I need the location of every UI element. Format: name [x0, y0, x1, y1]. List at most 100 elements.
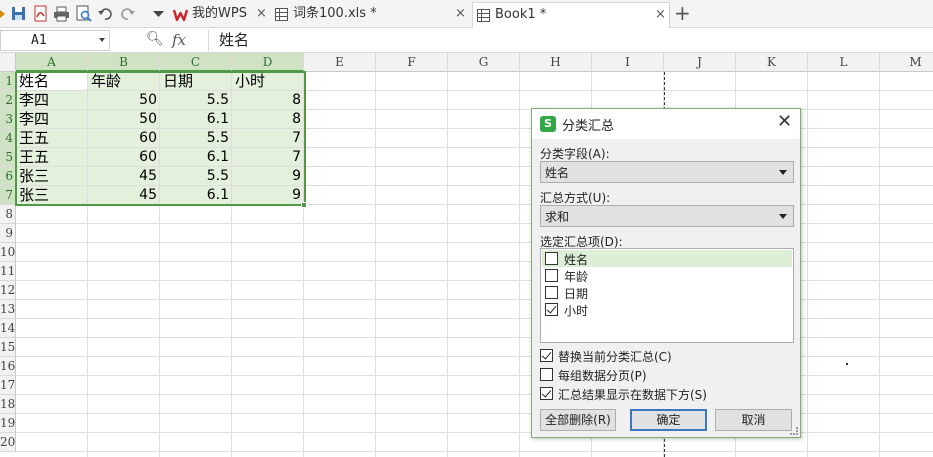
column-header-j[interactable]: J: [664, 53, 736, 72]
row-header-7[interactable]: 7: [0, 186, 16, 205]
spreadsheet-file-icon: [274, 7, 289, 22]
column-header-m[interactable]: M: [880, 53, 933, 72]
redo-icon[interactable]: [119, 5, 136, 22]
row-header-19[interactable]: 19: [0, 414, 16, 433]
undo-icon[interactable]: [97, 5, 114, 22]
row-header-6[interactable]: 6: [0, 167, 16, 186]
group-field-label: 分类字段(A):: [540, 147, 610, 161]
list-item[interactable]: 小时: [542, 301, 792, 318]
tab-ci-tiao-xls[interactable]: 词条100.xls * ×: [271, 2, 471, 28]
column-header-c[interactable]: C: [160, 53, 232, 72]
row-header-18[interactable]: 18: [0, 395, 16, 414]
dialog-title: 分类汇总: [562, 119, 615, 134]
row-header-17[interactable]: 17: [0, 376, 16, 395]
list-item-label: 日期: [564, 287, 589, 301]
subtotal-dialog: S 分类汇总 ✕ 分类字段(A): 姓名 汇总方式(U): 求和 选定汇总项(D…: [531, 108, 801, 438]
row-header-12[interactable]: 12: [0, 281, 16, 300]
row-header-10[interactable]: 10: [0, 243, 16, 262]
row-header-11[interactable]: 11: [0, 262, 16, 281]
customize-dropdown-icon[interactable]: [150, 5, 167, 22]
row-header-2[interactable]: 2: [0, 91, 16, 110]
column-header-f[interactable]: F: [376, 53, 448, 72]
row-header-15[interactable]: 15: [0, 338, 16, 357]
save-icon[interactable]: [10, 5, 27, 22]
column-header-k[interactable]: K: [736, 53, 808, 72]
row-header-13[interactable]: 13: [0, 300, 16, 319]
group-field-value: 姓名: [545, 166, 570, 180]
column-header-a[interactable]: A: [16, 53, 88, 72]
resize-grip-icon[interactable]: [790, 427, 798, 435]
title-tab-bar: 我的WPS × 词条100.xls * × Book1 * × +: [0, 0, 933, 28]
insert-function-icon[interactable]: fx: [172, 31, 186, 49]
checkbox-checked[interactable]: [545, 303, 558, 316]
ok-button[interactable]: 确定: [630, 409, 707, 431]
column-gridline: [879, 72, 880, 457]
row-header-20[interactable]: 20: [0, 433, 16, 452]
row-header-16[interactable]: 16: [0, 357, 16, 376]
print-preview-icon[interactable]: [75, 5, 92, 22]
column-header-d[interactable]: D: [232, 53, 304, 72]
fill-handle[interactable]: [301, 202, 307, 208]
stray-dot: [846, 363, 848, 365]
select-all-corner[interactable]: [0, 53, 16, 72]
tab-book1[interactable]: Book1 * ×: [472, 2, 670, 28]
row-header-4[interactable]: 4: [0, 129, 16, 148]
tab-my-wps[interactable]: 我的WPS ×: [170, 2, 270, 28]
column-header-g[interactable]: G: [448, 53, 520, 72]
tab-label: 我的WPS: [192, 6, 247, 21]
formula-input[interactable]: 姓名: [208, 30, 933, 51]
close-icon[interactable]: ✕: [777, 111, 792, 132]
list-item[interactable]: 日期: [542, 284, 792, 301]
column-header-b[interactable]: B: [88, 53, 160, 72]
checkbox[interactable]: [545, 269, 558, 282]
column-header-e[interactable]: E: [304, 53, 376, 72]
row-header-1[interactable]: 1: [0, 72, 16, 91]
new-tab-icon[interactable]: +: [674, 2, 691, 24]
column-gridline: [807, 72, 808, 457]
selection-border: [15, 71, 306, 206]
tab-label: 词条100.xls *: [293, 6, 377, 21]
delete-all-button[interactable]: 全部删除(R): [540, 409, 616, 431]
wps-logo-icon: [172, 7, 189, 22]
column-gridline: [375, 72, 376, 457]
checkbox[interactable]: [545, 252, 558, 265]
chevron-down-icon[interactable]: [99, 38, 105, 42]
checkbox[interactable]: [545, 286, 558, 299]
export-pdf-icon[interactable]: [32, 5, 49, 22]
list-item[interactable]: 年龄: [542, 267, 792, 284]
cancel-button[interactable]: 取消: [715, 409, 792, 431]
name-box[interactable]: A1: [0, 30, 110, 51]
column-gridline: [447, 72, 448, 457]
tab-close-icon[interactable]: ×: [455, 2, 466, 26]
tab-label: Book1 *: [495, 7, 547, 22]
page-break-option[interactable]: 每组数据分页(P): [540, 366, 794, 384]
list-item-label: 姓名: [564, 253, 589, 267]
row-header-9[interactable]: 9: [0, 224, 16, 243]
summary-below-option[interactable]: 汇总结果显示在数据下方(S): [540, 385, 794, 403]
column-header-l[interactable]: L: [808, 53, 880, 72]
row-header-5[interactable]: 5: [0, 148, 16, 167]
print-icon[interactable]: [53, 5, 70, 22]
tab-close-icon[interactable]: ×: [256, 2, 267, 26]
tab-close-icon[interactable]: ×: [655, 3, 666, 27]
zoom-search-icon[interactable]: 🔍︎: [146, 31, 164, 47]
column-gridline: [519, 72, 520, 457]
row-header-14[interactable]: 14: [0, 319, 16, 338]
column-header-h[interactable]: H: [520, 53, 592, 72]
checkbox[interactable]: [540, 368, 553, 381]
list-item[interactable]: 姓名: [542, 250, 792, 267]
replace-current-option[interactable]: 替换当前分类汇总(C): [540, 347, 794, 365]
summary-method-value: 求和: [545, 210, 570, 224]
group-field-select[interactable]: 姓名: [540, 161, 794, 183]
summary-method-select[interactable]: 求和: [540, 205, 794, 227]
row-header-3[interactable]: 3: [0, 110, 16, 129]
checkbox-checked[interactable]: [540, 349, 553, 362]
spreadsheet-logo-icon: S: [540, 116, 556, 132]
row-header-8[interactable]: 8: [0, 205, 16, 224]
checkbox-checked[interactable]: [540, 387, 553, 400]
column-header-i[interactable]: I: [592, 53, 664, 72]
dialog-title-bar[interactable]: S 分类汇总 ✕: [532, 109, 800, 139]
option-label: 每组数据分页(P): [558, 369, 647, 383]
summary-items-list[interactable]: 姓名 年龄 日期 小时: [540, 248, 794, 343]
summary-method-label: 汇总方式(U):: [540, 191, 611, 205]
